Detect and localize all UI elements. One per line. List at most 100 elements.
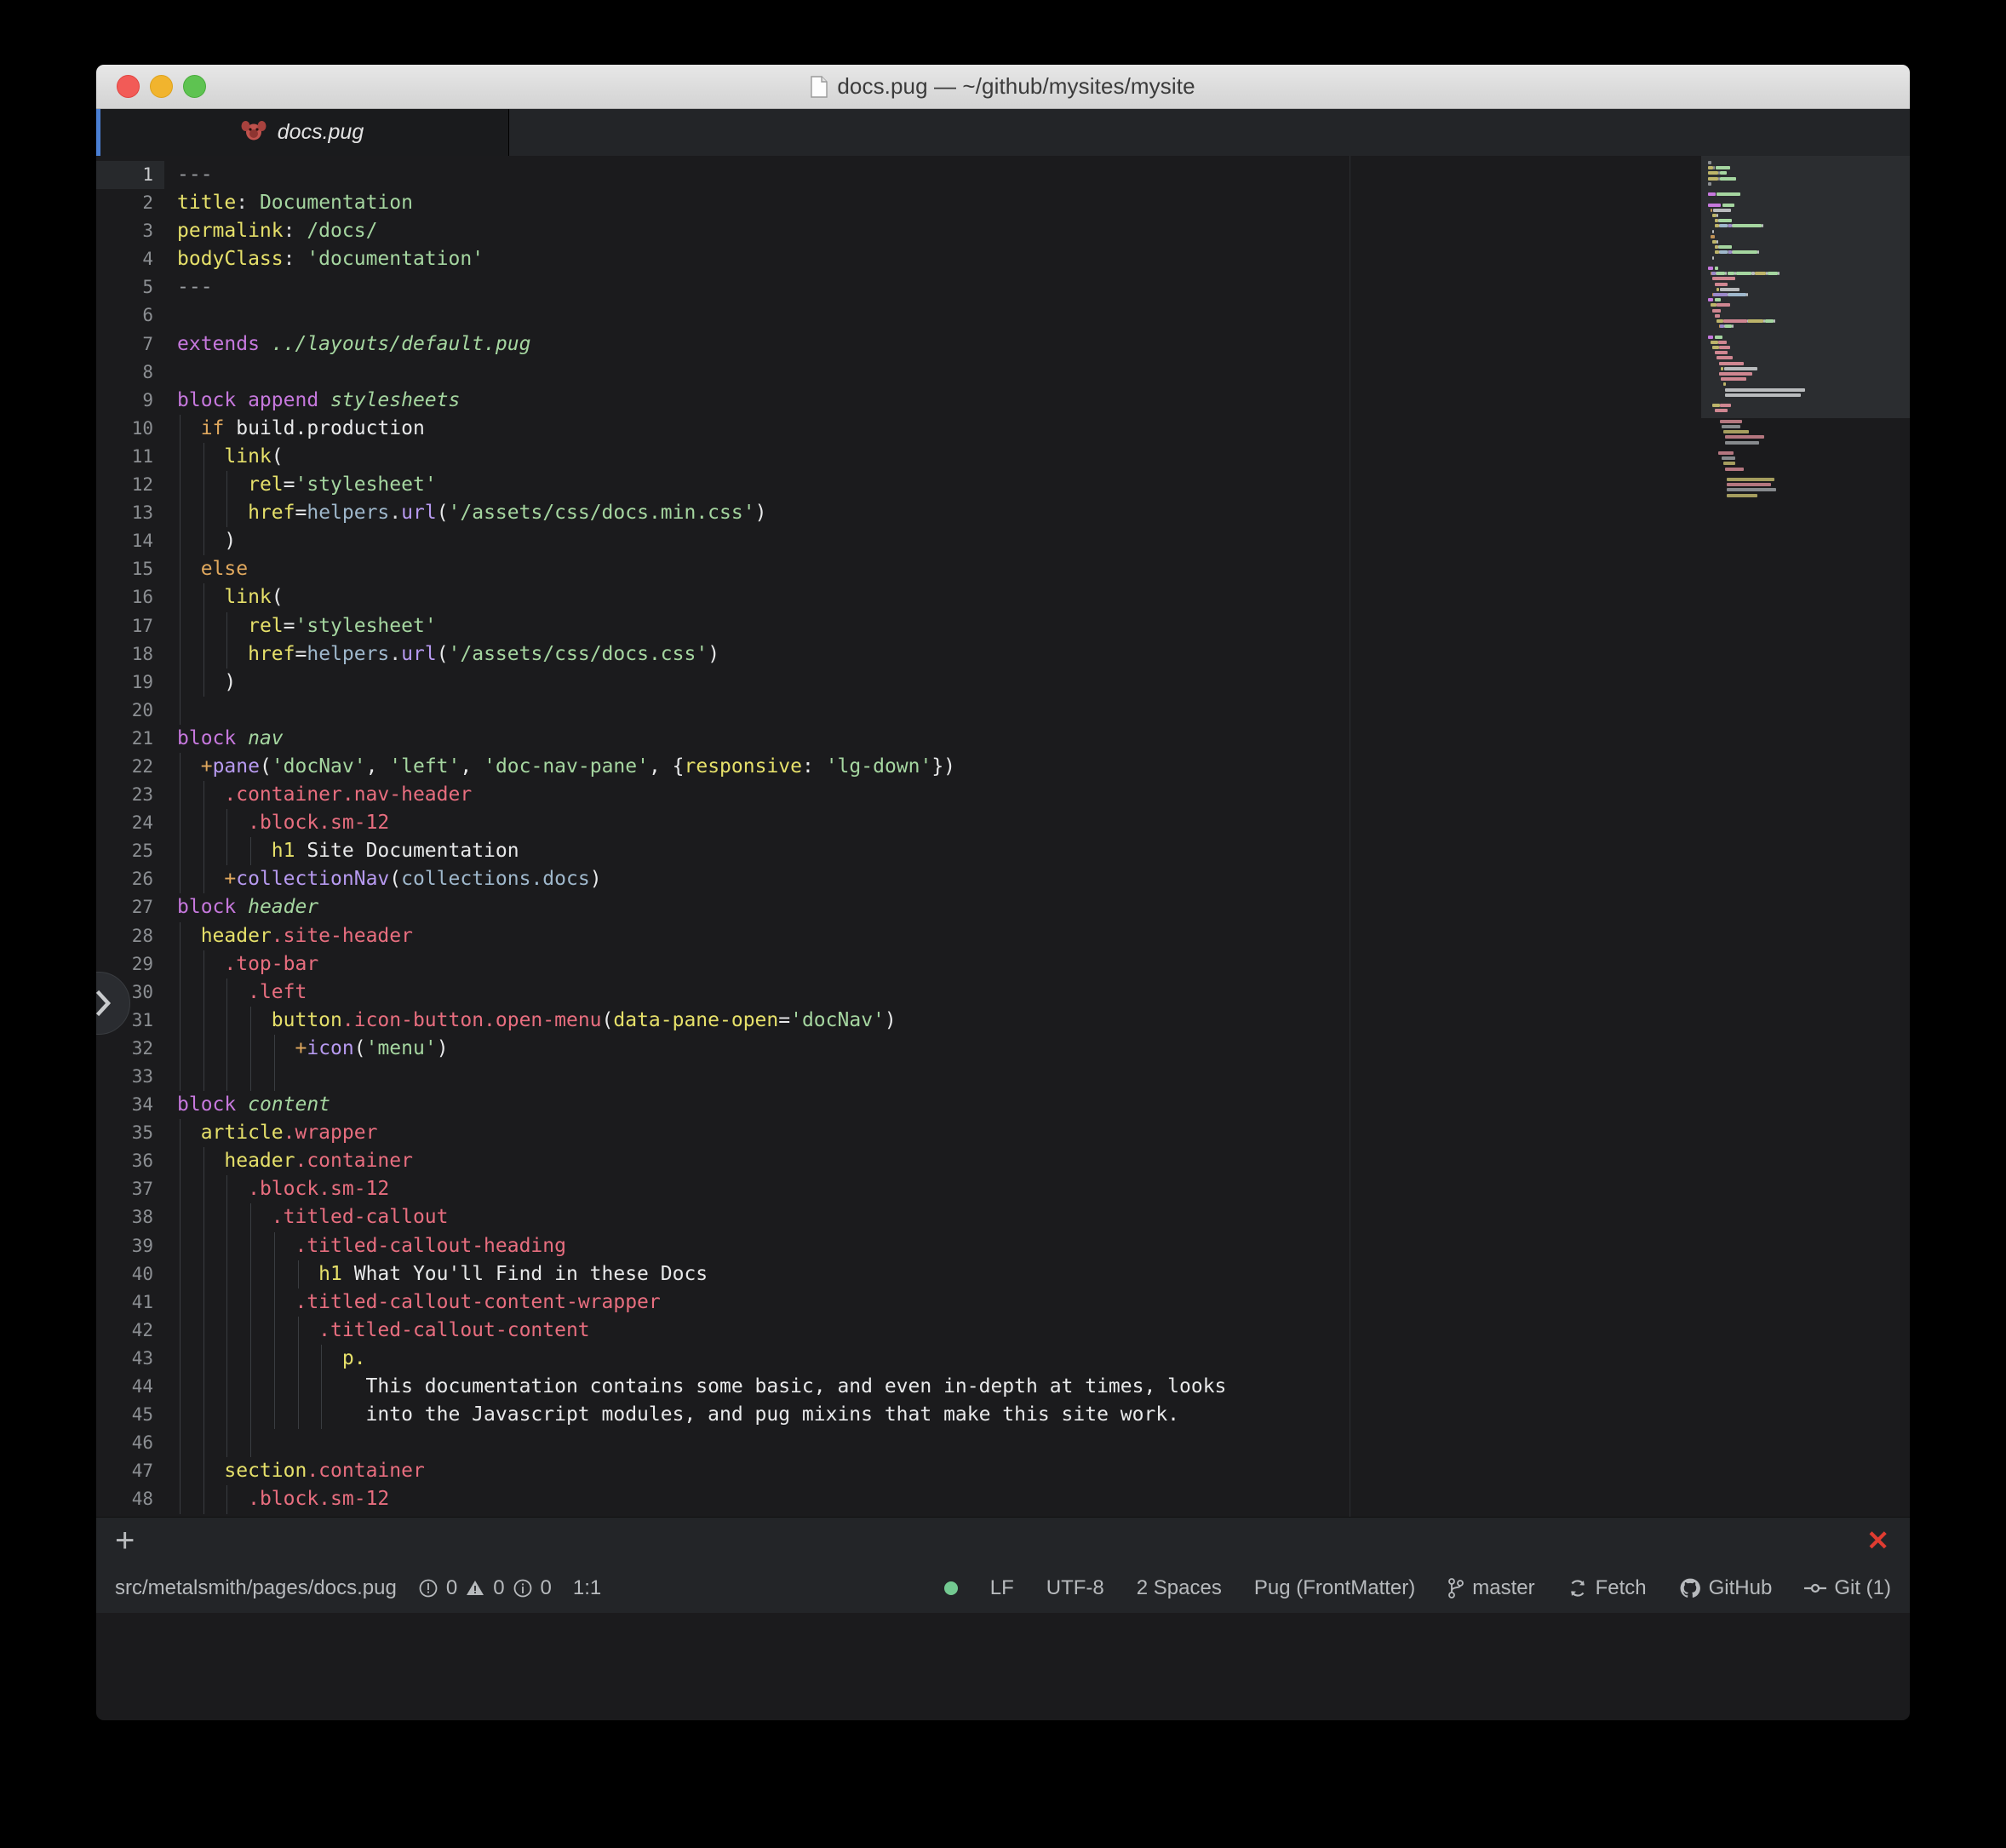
code-line[interactable]: .container.nav-header: [177, 781, 1910, 809]
code-line[interactable]: +icon('menu'): [177, 1035, 1910, 1063]
code-line[interactable]: .top-bar: [177, 950, 1910, 979]
indent-guide: [226, 1232, 227, 1260]
line-number: 38: [96, 1203, 164, 1231]
code-line[interactable]: .titled-callout-content: [177, 1317, 1910, 1345]
indent-guide: [203, 583, 204, 611]
status-github[interactable]: GitHub: [1679, 1576, 1773, 1600]
code-line[interactable]: button.icon-button.open-menu(data-pane-o…: [177, 1007, 1910, 1035]
minimap-line-mark: [1715, 298, 1722, 301]
code-line[interactable]: +collectionNav(collections.docs): [177, 865, 1910, 893]
code-line[interactable]: block content: [177, 1091, 1910, 1119]
status-git[interactable]: Git (1): [1804, 1576, 1891, 1600]
code-token: article: [201, 1122, 284, 1144]
code-line[interactable]: h1 Site Documentation: [177, 837, 1910, 865]
code-line[interactable]: link(: [177, 583, 1910, 611]
code-line[interactable]: .titled-callout-heading: [177, 1232, 1910, 1260]
code-line[interactable]: ): [177, 669, 1910, 697]
code-line[interactable]: [177, 697, 1910, 725]
code-token: build.production: [224, 417, 424, 439]
code-line[interactable]: header.container: [177, 1147, 1910, 1175]
code-line[interactable]: block nav: [177, 725, 1910, 753]
code-line[interactable]: permalink: /docs/: [177, 217, 1910, 245]
indent-guide: [180, 1175, 181, 1203]
status-encoding[interactable]: UTF-8: [1046, 1576, 1104, 1600]
code-line[interactable]: block append stylesheets: [177, 387, 1910, 415]
status-indentation[interactable]: 2 Spaces: [1137, 1576, 1222, 1600]
code-line[interactable]: .left: [177, 979, 1910, 1007]
code-line[interactable]: link(: [177, 443, 1910, 471]
indent-guide: [250, 1288, 251, 1317]
code-line[interactable]: +pane('docNav', 'left', 'doc-nav-pane', …: [177, 753, 1910, 781]
code-line[interactable]: extends ../layouts/default.pug: [177, 330, 1910, 359]
indent-guide: [226, 1288, 227, 1317]
status-file-path[interactable]: src/metalsmith/pages/docs.pug: [115, 1576, 397, 1600]
code-token: [177, 812, 248, 834]
code-line[interactable]: else: [177, 555, 1910, 583]
indent-guide: [180, 922, 181, 950]
minimap-line-mark: [1711, 209, 1713, 212]
code-token: [177, 868, 224, 890]
minimap-line-mark: [1715, 314, 1720, 318]
code-line[interactable]: rel='stylesheet': [177, 471, 1910, 499]
code-line[interactable]: header.site-header: [177, 922, 1910, 950]
code-token: .left: [248, 981, 307, 1003]
line-number: 21: [96, 725, 164, 753]
code-line[interactable]: bodyClass: 'documentation': [177, 245, 1910, 273]
status-cursor-position[interactable]: 1:1: [573, 1576, 601, 1600]
minimap-line-mark: [1717, 356, 1733, 359]
minimap-line-mark: [1717, 192, 1740, 196]
status-fetch[interactable]: Fetch: [1568, 1576, 1647, 1600]
code-line[interactable]: .titled-callout-content-wrapper: [177, 1288, 1910, 1317]
code-line[interactable]: article.wrapper: [177, 1119, 1910, 1147]
minimap-line-mark: [1715, 245, 1718, 249]
code-line[interactable]: [177, 1063, 1910, 1091]
code-line[interactable]: rel='stylesheet': [177, 612, 1910, 640]
code-token: href: [248, 502, 295, 524]
code-line[interactable]: ---: [177, 273, 1910, 301]
line-number-gutter: 1234567891011121314151617181920212223242…: [96, 156, 164, 1517]
code-line[interactable]: href=helpers.url('/assets/css/docs.min.c…: [177, 499, 1910, 527]
indent-guide: [226, 1035, 227, 1063]
code-line[interactable]: ): [177, 527, 1910, 555]
code-line[interactable]: [177, 1429, 1910, 1457]
code-content[interactable]: ---title: Documentationpermalink: /docs/…: [164, 156, 1910, 1514]
add-pane-button[interactable]: +: [115, 1524, 135, 1558]
code-line[interactable]: ---: [177, 161, 1910, 189]
code-viewport[interactable]: ---title: Documentationpermalink: /docs/…: [164, 156, 1910, 1517]
code-token: :: [284, 220, 307, 242]
code-line[interactable]: .block.sm-12: [177, 1175, 1910, 1203]
code-line[interactable]: .block.sm-12: [177, 1485, 1910, 1513]
close-panel-button[interactable]: ✕: [1866, 1527, 1889, 1554]
minimap[interactable]: [1701, 156, 1910, 1517]
code-line[interactable]: [177, 301, 1910, 330]
line-number: 45: [96, 1401, 164, 1429]
code-token: 'left': [389, 755, 460, 778]
indent-guide: [203, 1373, 204, 1401]
code-line[interactable]: [177, 359, 1910, 387]
indent-guide: [226, 1485, 227, 1513]
status-grammar[interactable]: Pug (FrontMatter): [1254, 1576, 1415, 1600]
code-token: .titled-callout-content: [318, 1319, 590, 1341]
code-line[interactable]: into the Javascript modules, and pug mix…: [177, 1401, 1910, 1429]
line-number: 19: [96, 669, 164, 697]
code-line[interactable]: This documentation contains some basic, …: [177, 1373, 1910, 1401]
status-branch[interactable]: master: [1447, 1576, 1534, 1600]
code-line[interactable]: title: Documentation: [177, 189, 1910, 217]
indent-guide: [180, 1317, 181, 1345]
status-diagnostics[interactable]: 0 0 0: [418, 1576, 552, 1600]
code-line[interactable]: p.: [177, 1345, 1910, 1373]
code-line[interactable]: h1 What You'll Find in these Docs: [177, 1260, 1910, 1288]
github-label: GitHub: [1709, 1576, 1773, 1600]
indent-guide: [180, 1485, 181, 1513]
code-token: collectionNav: [236, 868, 389, 890]
code-line[interactable]: .titled-callout: [177, 1203, 1910, 1231]
code-line[interactable]: block header: [177, 893, 1910, 921]
tab-docs-pug[interactable]: docs.pug: [96, 109, 509, 156]
code-line[interactable]: section.container: [177, 1457, 1910, 1485]
code-line[interactable]: .block.sm-12: [177, 809, 1910, 837]
code-line[interactable]: if build.production: [177, 415, 1910, 443]
code-line[interactable]: href=helpers.url('/assets/css/docs.css'): [177, 640, 1910, 669]
indent-guide: [180, 1260, 181, 1288]
status-line-ending[interactable]: LF: [990, 1576, 1014, 1600]
line-number: 8: [96, 359, 164, 387]
